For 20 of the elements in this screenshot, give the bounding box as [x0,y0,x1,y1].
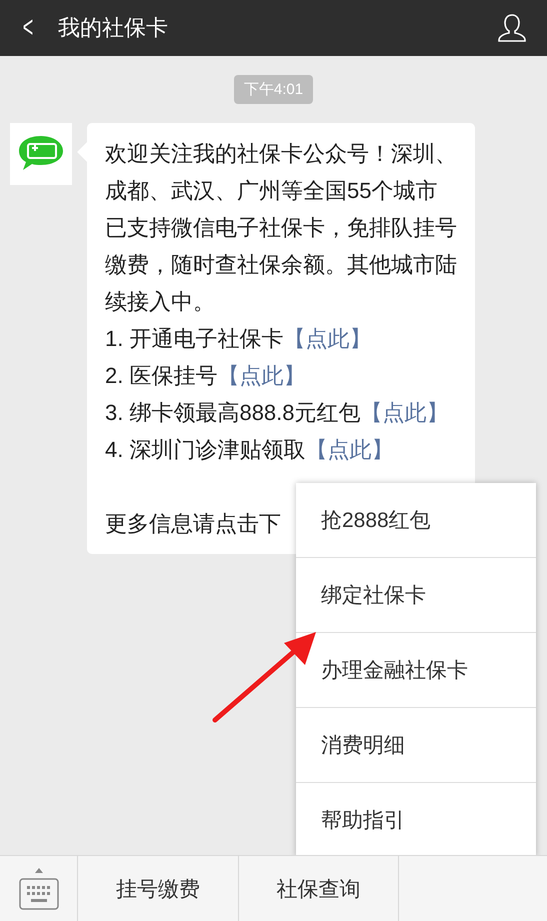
list-item-text: 1. 开通电子社保卡 [105,326,284,351]
message-text: 更多信息请点击下 [105,511,281,536]
menu-item[interactable]: 绑定社保卡 [296,557,536,632]
list-item-text: 4. 深圳门诊津贴领取 [105,437,306,462]
window-title: 我的社保卡 [58,14,169,42]
click-here-link[interactable]: 【点此】 [217,363,306,388]
back-button[interactable]: < [22,13,38,43]
menu-item[interactable]: 抢2888红包 [296,483,536,557]
timestamp: 下午4:01 [234,75,314,104]
menu-item[interactable]: 消费明细 [296,707,536,782]
menu-tab[interactable]: 社保查询 [238,856,398,921]
message-text: 欢迎关注我的社保卡公众号！深圳、成都、武汉、广州等全国55个城市已支持微信电子社保卡，免排队挂号缴费，随时查社保余额。其他城市陆续接入中。 [105,140,458,316]
click-here-link[interactable]: 【点此】 [305,437,394,462]
click-here-link[interactable]: 【点此】 [283,326,372,351]
click-here-link[interactable]: 【点此】 [360,400,449,425]
list-item-text: 3. 绑卡领最高888.8元红包 [105,400,361,425]
keyboard-icon[interactable] [16,866,60,912]
list-item-text: 2. 医保挂号 [105,363,218,388]
menu-tab[interactable]: 挂号缴费 [77,856,238,921]
person-icon[interactable] [497,13,527,43]
